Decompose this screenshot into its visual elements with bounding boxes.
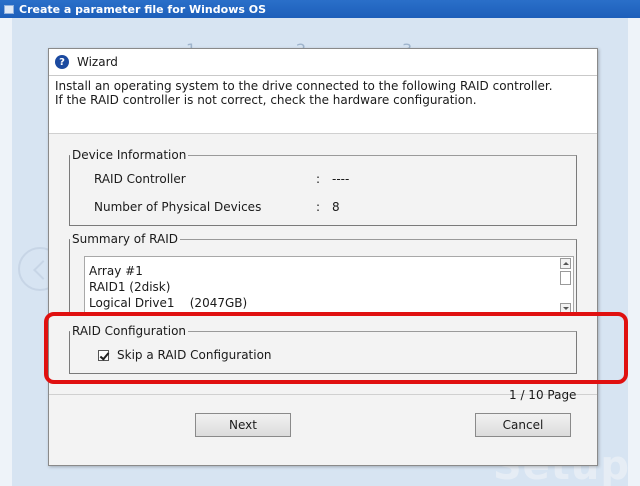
background-left-strip <box>0 18 12 486</box>
instruction-line-1: Install an operating system to the drive… <box>55 79 553 93</box>
scroll-thumb[interactable] <box>560 271 571 285</box>
page-indicator: 1 / 10 Page <box>509 388 577 402</box>
dialog-body: Device Information RAID Controller : ---… <box>49 133 597 395</box>
background-right-strip <box>628 18 640 486</box>
raid-summary-group: Summary of RAID Array #1 RAID1 (2disk) L… <box>69 232 577 316</box>
raid-controller-value: ---- <box>332 172 350 186</box>
raid-summary-line: Array #1 <box>89 264 143 278</box>
raid-summary-line: Logical Drive1 (2047GB) <box>89 296 248 310</box>
window-titlebar: Create a parameter file for Windows OS <box>0 0 640 18</box>
raid-controller-label: RAID Controller <box>94 172 186 186</box>
raid-configuration-group: RAID Configuration Skip a RAID Configura… <box>69 324 577 374</box>
instruction-line-2: If the RAID controller is not correct, c… <box>55 93 477 107</box>
next-button[interactable]: Next <box>195 413 291 437</box>
physical-devices-label: Number of Physical Devices <box>94 200 262 214</box>
window-title: Create a parameter file for Windows OS <box>19 2 267 16</box>
cancel-button[interactable]: Cancel <box>475 413 571 437</box>
app-icon <box>4 4 14 14</box>
help-icon: ? <box>55 55 69 69</box>
device-information-group: Device Information RAID Controller : ---… <box>69 148 577 226</box>
raid-summary-listbox[interactable]: Array #1 RAID1 (2disk) Logical Drive1 (2… <box>84 256 574 316</box>
scroll-up-arrow-icon[interactable] <box>560 258 571 269</box>
dialog-instructions: Install an operating system to the drive… <box>49 75 597 131</box>
raid-configuration-legend: RAID Configuration <box>72 324 187 338</box>
dialog-footer: Next Cancel <box>49 395 597 465</box>
skip-raid-configuration-option[interactable]: Skip a RAID Configuration <box>98 348 272 362</box>
dialog-title: Wizard <box>77 55 118 69</box>
physical-devices-separator: : <box>316 200 321 214</box>
dialog-header: ? Wizard <box>49 49 597 75</box>
raid-summary-scrollbar[interactable] <box>559 257 573 315</box>
raid-controller-separator: : <box>316 172 321 186</box>
skip-raid-configuration-label[interactable]: Skip a RAID Configuration <box>117 348 272 362</box>
scroll-down-arrow-icon[interactable] <box>560 303 571 314</box>
wizard-dialog: ? Wizard Install an operating system to … <box>48 48 598 466</box>
raid-summary-legend: Summary of RAID <box>72 232 179 246</box>
skip-raid-configuration-checkbox[interactable] <box>98 349 109 361</box>
raid-summary-line: RAID1 (2disk) <box>89 280 171 294</box>
physical-devices-value: 8 <box>332 200 340 214</box>
device-information-legend: Device Information <box>72 148 187 162</box>
